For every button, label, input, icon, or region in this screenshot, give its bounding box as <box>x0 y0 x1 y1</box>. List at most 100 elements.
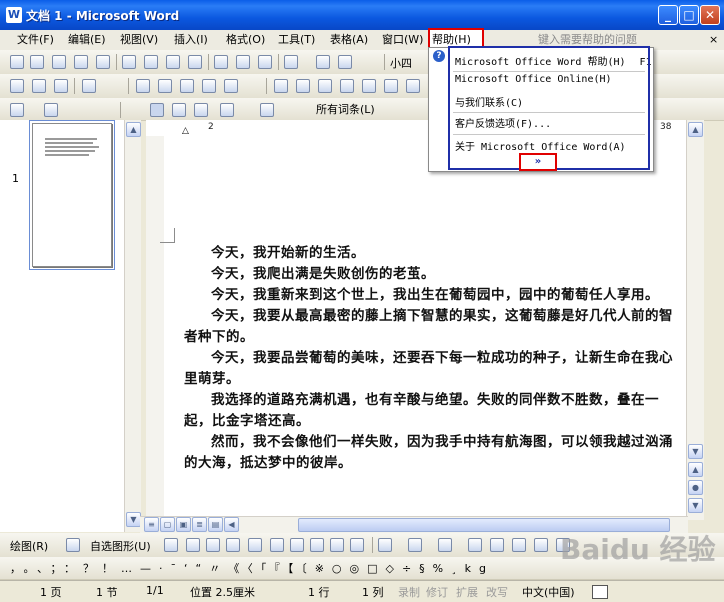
outline-view-icon[interactable]: ≣ <box>192 517 207 532</box>
rotate-icon[interactable] <box>274 79 288 93</box>
menubar-close-icon[interactable]: × <box>705 30 722 50</box>
select-browse-object-icon[interactable]: ● <box>688 480 703 495</box>
permission-icon[interactable] <box>74 55 88 69</box>
reset-picture-icon[interactable] <box>406 79 420 93</box>
format-painter-icon[interactable] <box>258 55 272 69</box>
status-ovr[interactable]: 改写 <box>486 584 508 600</box>
line-style-tool-icon[interactable] <box>468 538 482 552</box>
normal-view-icon[interactable]: ≡ <box>144 517 159 532</box>
format-picture-icon[interactable] <box>362 79 376 93</box>
insert-picture-icon[interactable] <box>350 538 364 552</box>
hyperlink-icon[interactable] <box>316 55 330 69</box>
shadow-style-icon[interactable] <box>534 538 548 552</box>
list-icon[interactable] <box>220 103 234 117</box>
text-wrapping-icon[interactable] <box>340 79 354 93</box>
menu-tools[interactable]: 工具(T) <box>274 30 319 50</box>
textbox-tool-icon[interactable] <box>248 538 262 552</box>
diagram-icon[interactable] <box>310 538 324 552</box>
spelling-icon[interactable] <box>166 55 180 69</box>
wordart-icon[interactable] <box>290 538 304 552</box>
line-style-icon[interactable] <box>296 79 310 93</box>
draw-menu-button[interactable]: 绘图(R) <box>10 538 48 554</box>
web-layout-icon[interactable]: ▢ <box>160 517 175 532</box>
line-icon[interactable] <box>150 103 164 117</box>
print-layout-icon[interactable]: ▣ <box>176 517 191 532</box>
separator <box>384 54 385 70</box>
word-app-icon[interactable]: W <box>6 7 22 23</box>
menu-edit[interactable]: 编辑(E) <box>64 30 110 50</box>
line-color-icon[interactable] <box>408 538 422 552</box>
scroll-down-icon[interactable]: ▼ <box>126 512 141 527</box>
arrow-style-icon[interactable] <box>512 538 526 552</box>
font-color-icon[interactable] <box>44 103 58 117</box>
minimize-button[interactable]: _ <box>658 5 678 25</box>
equals-icon[interactable] <box>194 103 208 117</box>
highlight-icon[interactable] <box>10 103 24 117</box>
scroll-down-icon[interactable]: ▼ <box>688 444 703 459</box>
undo-icon[interactable] <box>284 55 298 69</box>
line-tool-icon[interactable] <box>164 538 178 552</box>
menu-file[interactable]: 文件(F) <box>13 30 58 50</box>
autoshapes-menu-button[interactable]: 自选图形(U) <box>90 538 151 554</box>
print-preview-icon[interactable] <box>144 55 158 69</box>
arrow-tool-icon[interactable] <box>186 538 200 552</box>
status-rec[interactable]: 录制 <box>398 584 420 600</box>
font-size-select[interactable]: 小四 <box>390 55 412 71</box>
dash-style-icon[interactable] <box>490 538 504 552</box>
document-vertical-scrollbar[interactable]: ▲ ▼ ▲ ● ▼ <box>686 120 704 520</box>
contrast-icon[interactable] <box>202 79 216 93</box>
rectangle-tool-icon[interactable] <box>206 538 220 552</box>
menu-view[interactable]: 视图(V) <box>116 30 162 50</box>
indent-marker-icon[interactable]: △ <box>182 126 189 136</box>
copy-icon[interactable] <box>236 55 250 69</box>
text-box-icon[interactable] <box>10 79 24 93</box>
maximize-button[interactable]: □ <box>679 5 699 25</box>
tables-borders-icon[interactable] <box>338 55 352 69</box>
double-line-icon[interactable] <box>172 103 186 117</box>
scroll-left-icon[interactable]: ◀ <box>224 517 239 532</box>
next-page-icon[interactable]: ▼ <box>688 498 703 513</box>
fill-color-icon[interactable] <box>378 538 392 552</box>
status-page: 1 页 <box>40 586 62 599</box>
document-body[interactable]: 今天，我开始新的生活。 今天，我爬出满是失败创伤的老茧。 今天，我重新来到这个世… <box>184 243 684 474</box>
cut-icon[interactable] <box>214 55 228 69</box>
show-markup-select[interactable]: 所有词条(L) <box>316 101 375 117</box>
oval-tool-icon[interactable] <box>226 538 240 552</box>
image-icon[interactable] <box>136 79 150 93</box>
research-icon[interactable] <box>188 55 202 69</box>
vertical-ruler[interactable] <box>146 136 165 516</box>
spelling-status-icon[interactable] <box>592 585 608 599</box>
checkbox-icon[interactable] <box>32 79 46 93</box>
menu-format[interactable]: 格式(O) <box>222 30 269 50</box>
menu-insert[interactable]: 插入(I) <box>170 30 212 50</box>
review-pane-icon[interactable] <box>260 103 274 117</box>
color-icon[interactable] <box>158 79 172 93</box>
menu-table[interactable]: 表格(A) <box>326 30 372 50</box>
menu-window[interactable]: 窗口(W) <box>378 30 427 50</box>
page-thumbnail[interactable] <box>32 123 112 267</box>
reading-layout-icon[interactable]: ▤ <box>208 517 223 532</box>
previous-page-icon[interactable]: ▲ <box>688 462 703 477</box>
compress-icon[interactable] <box>318 79 332 93</box>
vertical-textbox-icon[interactable] <box>270 538 284 552</box>
close-button[interactable]: ✕ <box>700 5 720 25</box>
new-document-icon[interactable] <box>10 55 24 69</box>
scroll-up-icon[interactable]: ▲ <box>688 122 703 137</box>
email-icon[interactable] <box>96 55 110 69</box>
expand-menu-chevron-icon[interactable]: » <box>519 153 557 171</box>
thumbnail-scrollbar[interactable]: ▲ ▼ <box>124 120 141 532</box>
crop-icon[interactable] <box>224 79 238 93</box>
select-objects-icon[interactable] <box>66 538 80 552</box>
clipart-icon[interactable] <box>330 538 344 552</box>
status-trk[interactable]: 修订 <box>426 584 448 600</box>
field-shading-icon[interactable] <box>82 79 96 93</box>
combo-box-icon[interactable] <box>54 79 68 93</box>
status-ext[interactable]: 扩展 <box>456 584 478 600</box>
font-color-a-icon[interactable] <box>438 538 452 552</box>
print-icon[interactable] <box>122 55 136 69</box>
scroll-up-icon[interactable]: ▲ <box>126 122 141 137</box>
set-transparent-icon[interactable] <box>384 79 398 93</box>
brightness-icon[interactable] <box>180 79 194 93</box>
save-icon[interactable] <box>52 55 66 69</box>
open-icon[interactable] <box>30 55 44 69</box>
